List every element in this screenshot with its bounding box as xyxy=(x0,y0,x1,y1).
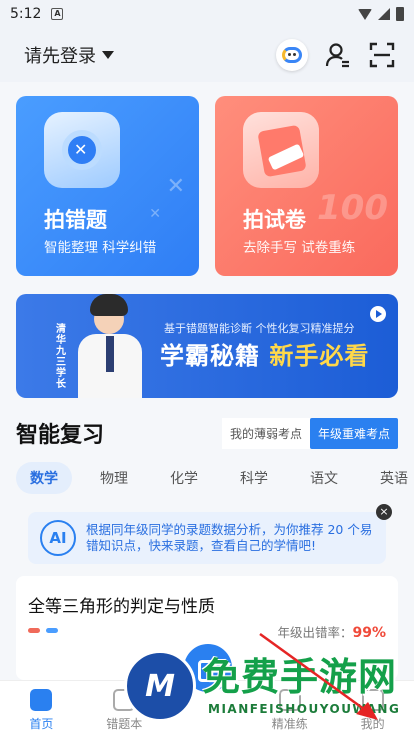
segment-grade-difficult[interactable]: 年级重难考点 xyxy=(309,417,398,449)
subject-tabs: 数学 物理 化学 科学 语文 英语 xyxy=(16,462,414,494)
tip-text: 根据同年级同学的录题数据分析，为你推荐 20 个易错知识点，快来录题，查看自己的… xyxy=(86,522,373,553)
user-icon[interactable] xyxy=(324,41,352,69)
card-title: 拍试卷 xyxy=(243,208,306,232)
tab-math[interactable]: 数学 xyxy=(16,462,72,494)
exam-paper-icon xyxy=(243,112,319,188)
header-icons xyxy=(276,39,396,71)
decor-100: 100 xyxy=(317,188,388,228)
review-header: 智能复习 我的薄弱考点 年级重难考点 xyxy=(16,416,398,450)
login-label: 请先登录 xyxy=(24,46,96,67)
login-dropdown[interactable]: 请先登录 xyxy=(24,42,114,68)
section-title: 智能复习 xyxy=(16,423,105,448)
wifi-icon xyxy=(358,8,372,20)
status-time: 5:12 xyxy=(10,6,42,22)
capture-cards: ✕ ✕ ✕ 拍错题 智能整理 科学纠错 100 拍试卷 去除手写 试卷重练 xyxy=(16,96,398,276)
tab-english[interactable]: 英语 xyxy=(366,462,414,494)
banner-subtitle: 基于错题智能诊断 个性化复习精准提分 xyxy=(164,322,355,335)
banner-title-b: 新手必看 xyxy=(269,342,370,370)
tab-chemistry[interactable]: 化学 xyxy=(156,462,212,494)
notification-icon: A xyxy=(51,8,64,20)
tag-dot xyxy=(46,628,58,633)
tag-dots xyxy=(28,628,58,633)
ai-icon: AI xyxy=(40,520,76,556)
tab-home[interactable]: 首页 xyxy=(0,681,83,736)
card-subtitle: 智能整理 科学纠错 xyxy=(44,240,157,256)
header: 请先登录 xyxy=(0,28,414,82)
robot-icon[interactable] xyxy=(276,39,308,71)
scan-icon[interactable] xyxy=(368,41,396,69)
tag-dot xyxy=(28,628,40,633)
card-subtitle: 去除手写 试卷重练 xyxy=(243,240,356,256)
segment-weak-points[interactable]: 我的薄弱考点 xyxy=(221,417,310,449)
tab-label: 首页 xyxy=(29,717,54,731)
close-icon[interactable]: × xyxy=(376,504,392,520)
home-icon xyxy=(30,689,53,711)
caret-down-icon xyxy=(102,51,114,59)
tab-physics[interactable]: 物理 xyxy=(86,462,142,494)
ai-tip-banner: AI 根据同年级同学的录题数据分析，为你推荐 20 个易错知识点，快来录题，查看… xyxy=(28,504,392,564)
signal-icon xyxy=(378,8,390,20)
promo-banner[interactable]: 清华九三学长 基于错题智能诊断 个性化复习精准提分 学霸秘籍 新手必看 xyxy=(16,294,398,398)
tab-science[interactable]: 科学 xyxy=(226,462,282,494)
card-title: 拍错题 xyxy=(44,208,107,232)
knowledge-point-title: 全等三角形的判定与性质 xyxy=(28,597,215,617)
tab-chinese[interactable]: 语文 xyxy=(296,462,352,494)
decor-x-icon: ✕ xyxy=(166,174,185,199)
review-segment: 我的薄弱考点 年级重难考点 xyxy=(221,417,398,449)
banner-title: 学霸秘籍 新手必看 xyxy=(160,336,369,371)
battery-icon xyxy=(396,7,404,21)
status-icons xyxy=(358,7,404,21)
banner-title-a: 学霸秘籍 xyxy=(160,342,260,370)
student-illustration xyxy=(74,294,146,398)
annotation-arrow-icon xyxy=(259,632,378,720)
decor-x-icon: ✕ xyxy=(149,206,161,222)
watermark-logo: M xyxy=(124,650,196,722)
status-bar: 5:12 A xyxy=(0,0,414,28)
capture-wrong-question-card[interactable]: ✕ ✕ ✕ 拍错题 智能整理 科学纠错 xyxy=(16,96,199,276)
banner-side-text: 清华九三学长 xyxy=(56,324,66,390)
play-icon[interactable] xyxy=(370,306,386,322)
camera-icon: ✕ xyxy=(44,112,120,188)
capture-exam-paper-card[interactable]: 100 拍试卷 去除手写 试卷重练 xyxy=(215,96,398,276)
